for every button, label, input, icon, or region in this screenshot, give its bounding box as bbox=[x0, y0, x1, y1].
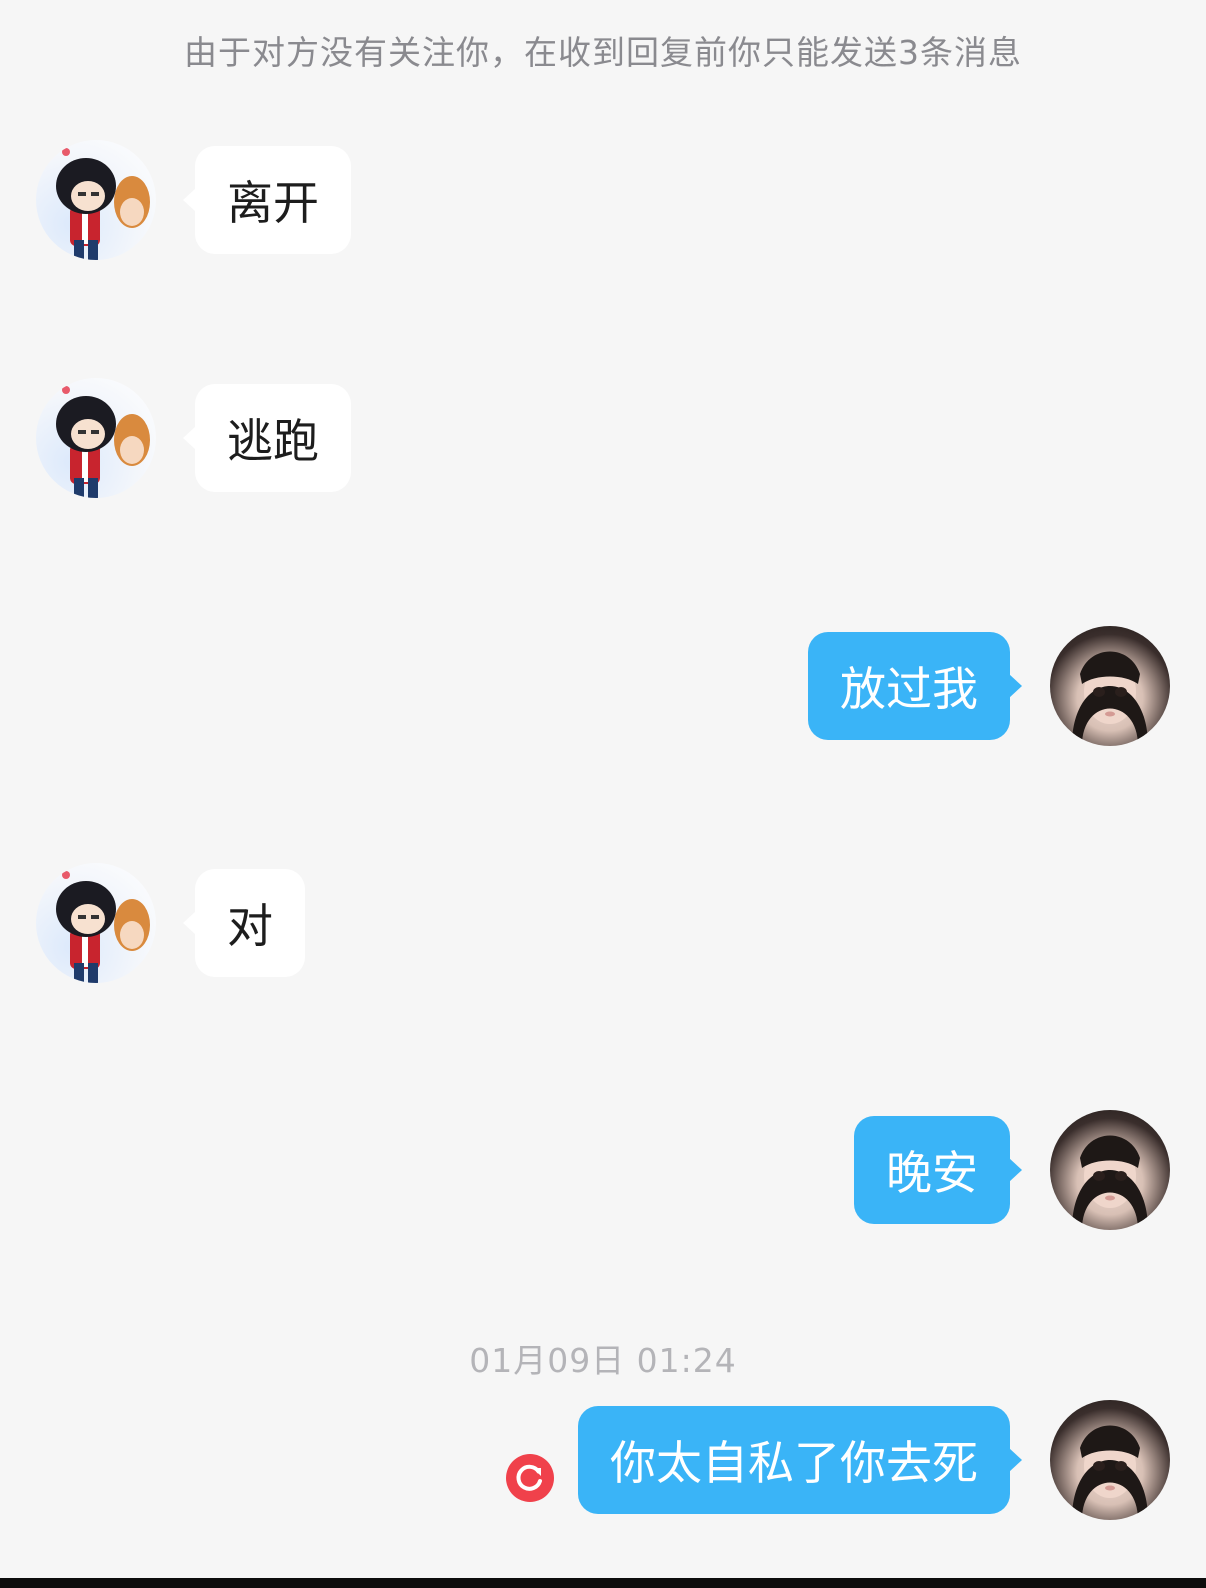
portrait-photo-icon bbox=[1072, 1135, 1148, 1230]
outgoing-message-bubble[interactable]: 晚安 bbox=[854, 1116, 1022, 1224]
message-row: 离开 bbox=[0, 140, 1206, 260]
follow-limit-notice: 由于对方没有关注你，在收到回复前你只能发送3条消息 bbox=[184, 33, 1022, 72]
incoming-message-bubble[interactable]: 离开 bbox=[183, 146, 351, 254]
resend-failed-icon[interactable] bbox=[506, 1454, 554, 1502]
message-row: 你太自私了你去死 bbox=[0, 1400, 1206, 1520]
message-timestamp: 01月09日 01:24 bbox=[469, 1341, 737, 1380]
contact-avatar[interactable] bbox=[36, 863, 156, 983]
portrait-photo-icon bbox=[1072, 651, 1148, 746]
anime-character-icon bbox=[56, 386, 150, 498]
anime-character-icon bbox=[56, 871, 150, 983]
contact-avatar[interactable] bbox=[36, 140, 156, 260]
message-row: 晚安 bbox=[0, 1110, 1206, 1230]
user-avatar[interactable] bbox=[1050, 626, 1170, 746]
message-row: 放过我 bbox=[0, 626, 1206, 746]
outgoing-message-bubble[interactable]: 你太自私了你去死 bbox=[578, 1406, 1022, 1514]
message-row: 逃跑 bbox=[0, 378, 1206, 498]
user-avatar[interactable] bbox=[1050, 1110, 1170, 1230]
outgoing-message-bubble[interactable]: 放过我 bbox=[808, 632, 1022, 740]
bottom-edge bbox=[0, 1578, 1206, 1588]
incoming-message-bubble[interactable]: 逃跑 bbox=[183, 384, 351, 492]
refresh-icon bbox=[516, 1464, 542, 1491]
message-row: 对 bbox=[0, 863, 1206, 983]
contact-avatar[interactable] bbox=[36, 378, 156, 498]
anime-character-icon bbox=[56, 148, 150, 260]
portrait-photo-icon bbox=[1072, 1425, 1148, 1520]
user-avatar[interactable] bbox=[1050, 1400, 1170, 1520]
incoming-message-bubble[interactable]: 对 bbox=[183, 869, 305, 977]
